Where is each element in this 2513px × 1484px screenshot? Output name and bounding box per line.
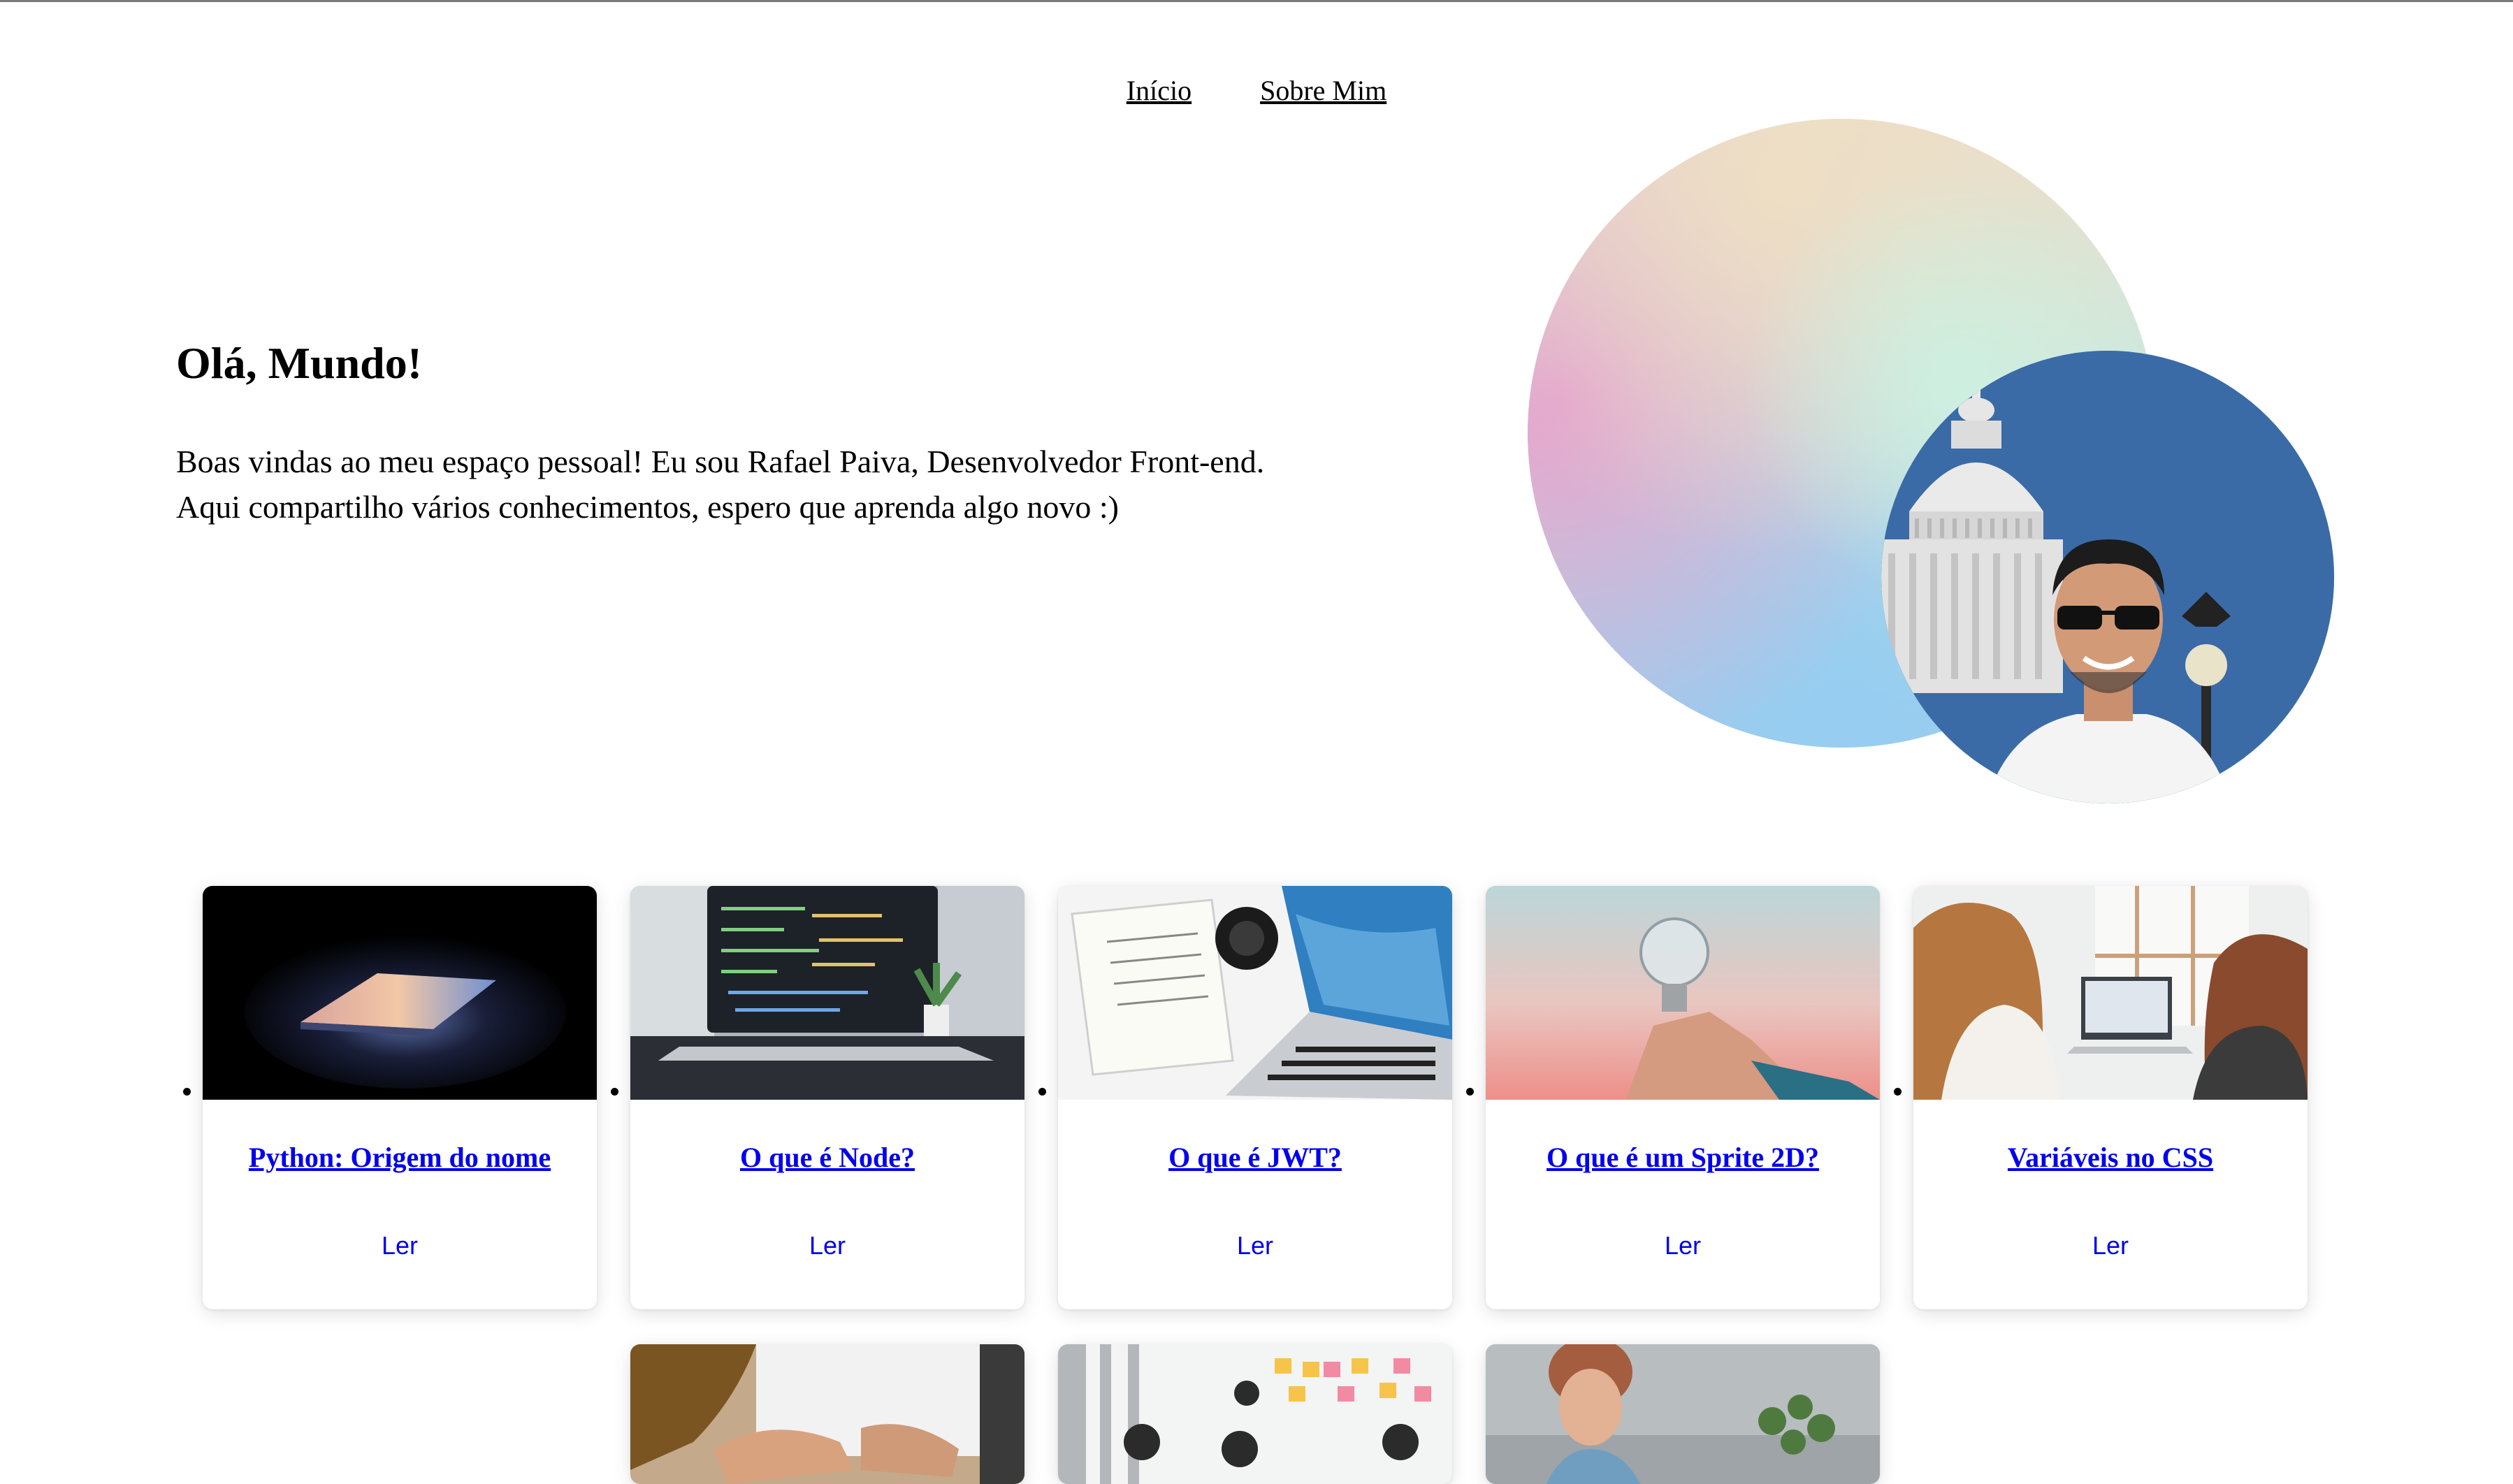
post-card: O que é um Sprite 2D? Ler xyxy=(1486,886,1880,1309)
meeting-photo-icon xyxy=(1913,886,2308,1100)
list-bullet xyxy=(183,1088,191,1096)
post-title-link[interactable]: O que é JWT? xyxy=(1058,1140,1452,1175)
read-link[interactable]: Ler xyxy=(630,1228,1024,1263)
hero-description: Boas vindas ao meu espaço pessoal! Eu so… xyxy=(176,444,1265,525)
code-laptop-photo-icon xyxy=(630,886,1024,1100)
post-title-link[interactable]: O que é Node? xyxy=(630,1140,1024,1175)
post-card xyxy=(1058,1344,1452,1484)
post-card xyxy=(1486,1344,1880,1484)
post-card: O que é Node? Ler xyxy=(630,886,1024,1309)
office-photo-icon xyxy=(1486,1344,1880,1484)
top-border xyxy=(0,0,2513,2)
list-bullet xyxy=(1466,1088,1474,1096)
laptop-photo-icon xyxy=(203,886,597,1100)
list-bullet xyxy=(1894,1088,1902,1096)
read-link[interactable]: Ler xyxy=(203,1228,597,1263)
nav-link-home[interactable]: Início xyxy=(1127,75,1192,106)
post-card: Variáveis no CSS Ler xyxy=(1913,886,2308,1309)
sticky-notes-photo-icon xyxy=(1058,1344,1452,1484)
list-bullet xyxy=(1038,1088,1046,1096)
post-title-link[interactable]: Variáveis no CSS xyxy=(1913,1140,2308,1175)
post-card xyxy=(630,1344,1024,1484)
read-link[interactable]: Ler xyxy=(1486,1228,1880,1263)
main-nav: Início Sobre Mim xyxy=(0,70,2513,112)
read-link[interactable]: Ler xyxy=(1058,1228,1452,1263)
typing-photo-icon xyxy=(630,1344,1024,1484)
lightbulb-photo-icon xyxy=(1486,886,1880,1100)
desk-laptop-photo-icon xyxy=(1058,886,1452,1100)
list-bullet xyxy=(611,1088,618,1096)
post-title-link[interactable]: Python: Origem do nome xyxy=(203,1140,597,1175)
read-link[interactable]: Ler xyxy=(1913,1228,2308,1263)
avatar xyxy=(1881,351,2334,803)
post-card: O que é JWT? Ler xyxy=(1058,886,1452,1309)
hero-title: Olá, Mundo! xyxy=(176,338,423,388)
nav-link-about[interactable]: Sobre Mim xyxy=(1260,75,1386,106)
post-card: Python: Origem do nome Ler xyxy=(203,886,597,1309)
post-title-link[interactable]: O que é um Sprite 2D? xyxy=(1486,1140,1880,1175)
